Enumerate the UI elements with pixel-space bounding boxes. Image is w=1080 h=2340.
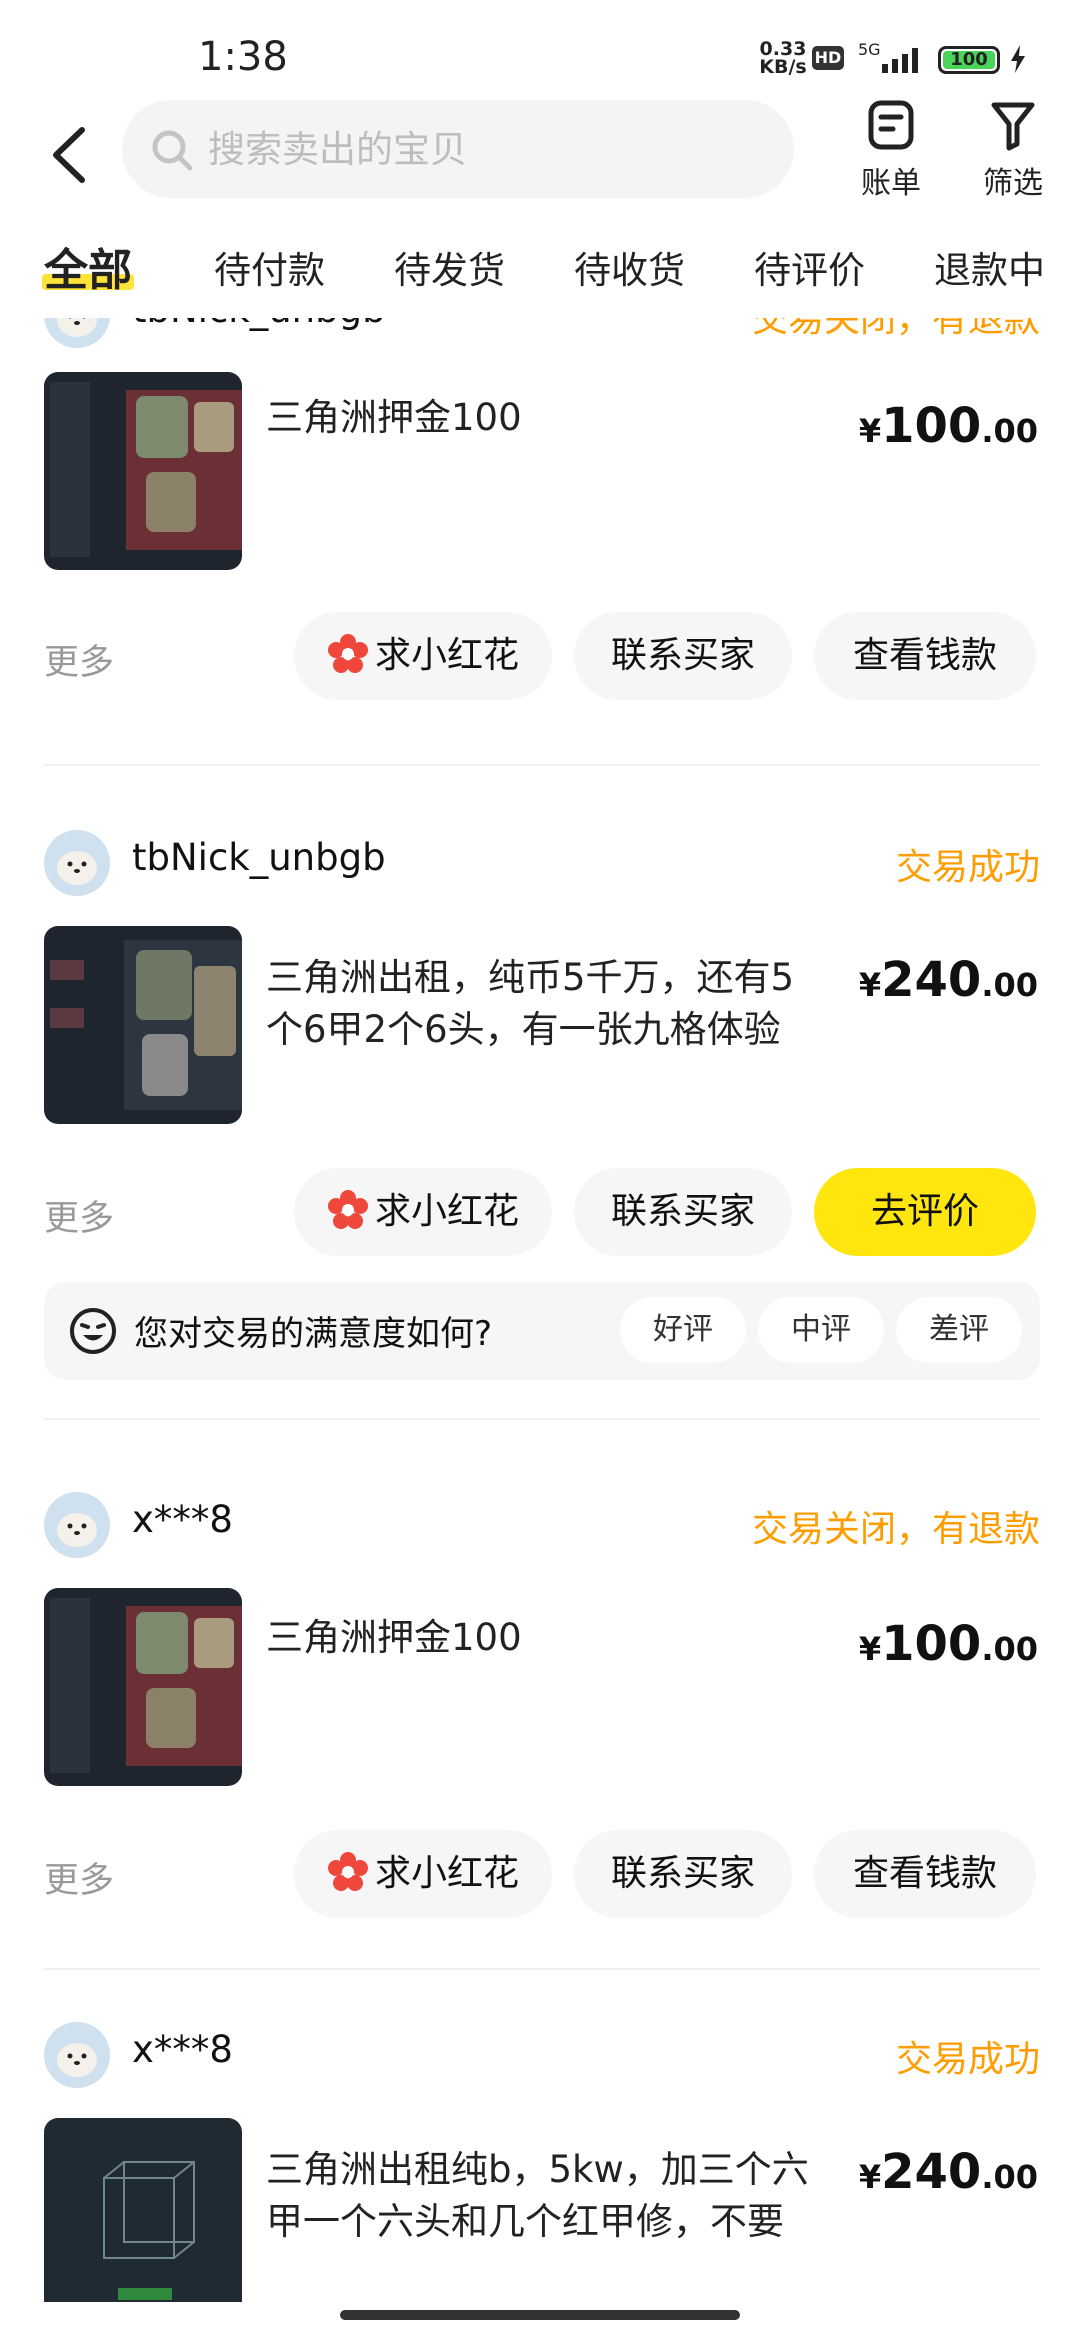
order-status: 交易关闭，有退款 bbox=[751, 1509, 1040, 1550]
price-decimal: .00 bbox=[981, 966, 1038, 1004]
buyer-row[interactable]: x***8 交易关闭，有退款 bbox=[44, 1492, 1040, 1562]
divider bbox=[44, 1418, 1040, 1420]
search-bar[interactable] bbox=[122, 100, 794, 198]
status-time: 1:38 bbox=[198, 34, 288, 80]
rating-neutral-button[interactable]: 中评 bbox=[758, 1297, 884, 1363]
price-currency: ¥ bbox=[858, 412, 882, 450]
price-currency: ¥ bbox=[858, 966, 882, 1004]
avatar bbox=[44, 830, 110, 896]
product-title[interactable]: 三角洲出租，纯币5千万，还有5个6甲2个6头，有一张九格体验 bbox=[266, 952, 826, 1056]
back-arrow-icon bbox=[53, 127, 85, 183]
flower-button[interactable]: 求小红花 bbox=[294, 612, 552, 700]
search-icon bbox=[152, 130, 193, 171]
order-status: 交易成功 bbox=[895, 847, 1040, 888]
buyer-name: tbNick_unbgb bbox=[132, 318, 386, 331]
order-status: 交易成功 bbox=[895, 2039, 1040, 2080]
order-list[interactable]: tbNick_unbgb 交易关闭，有退款 三角洲押金100 ¥100.00 更… bbox=[0, 318, 1080, 2302]
product-thumbnail[interactable] bbox=[44, 926, 242, 1124]
bill-button[interactable]: 账单 bbox=[846, 100, 936, 210]
more-button[interactable]: 更多 bbox=[44, 634, 114, 685]
view-money-button[interactable]: 查看钱款 bbox=[814, 612, 1036, 700]
price-integer: 100 bbox=[881, 398, 982, 454]
search-input[interactable] bbox=[208, 122, 748, 176]
flower-label: 求小红花 bbox=[374, 1191, 519, 1232]
signal-icon bbox=[882, 48, 918, 73]
price-decimal: .00 bbox=[981, 412, 1038, 450]
satisfaction-question: 您对交易的满意度如何? bbox=[134, 1314, 493, 1354]
flower-label: 求小红花 bbox=[374, 1853, 519, 1894]
order-price: ¥240.00 bbox=[859, 2144, 1038, 2200]
product-thumbnail[interactable] bbox=[44, 372, 242, 570]
tab-pending-shipment[interactable]: 待发货 bbox=[394, 240, 505, 294]
flower-icon bbox=[327, 634, 368, 673]
divider bbox=[44, 1968, 1040, 1970]
network-type: 5G bbox=[858, 40, 881, 59]
rating-good-button[interactable]: 好评 bbox=[620, 1297, 746, 1363]
rating-bad-button[interactable]: 差评 bbox=[896, 1297, 1022, 1363]
contact-buyer-button[interactable]: 联系买家 bbox=[574, 612, 792, 700]
flower-label: 求小红花 bbox=[374, 635, 519, 676]
order-tabs: 全部 待付款 待发货 待收货 待评价 退款中 bbox=[0, 230, 1080, 310]
contact-buyer-button[interactable]: 联系买家 bbox=[574, 1168, 792, 1256]
battery-level: 100 bbox=[943, 51, 995, 69]
product-title[interactable]: 三角洲出租纯b，5kw，加三个六甲一个六头和几个红甲修，不要 bbox=[266, 2144, 826, 2248]
price-decimal: .00 bbox=[981, 2158, 1038, 2196]
avatar bbox=[44, 1492, 110, 1558]
filter-icon bbox=[991, 102, 1035, 151]
tab-pending-review[interactable]: 待评价 bbox=[754, 240, 865, 294]
buyer-name: tbNick_unbgb bbox=[132, 836, 386, 879]
more-button[interactable]: 更多 bbox=[44, 1190, 114, 1241]
tab-pending-payment[interactable]: 待付款 bbox=[214, 240, 325, 294]
avatar bbox=[44, 318, 110, 348]
product-thumbnail[interactable] bbox=[44, 1588, 242, 1786]
net-speed: 0.33 KB/s bbox=[758, 40, 808, 78]
review-button[interactable]: 去评价 bbox=[814, 1168, 1036, 1256]
price-currency: ¥ bbox=[858, 1630, 882, 1668]
battery-icon: 100 bbox=[938, 46, 1000, 74]
order-price: ¥240.00 bbox=[859, 952, 1038, 1008]
price-currency: ¥ bbox=[858, 2158, 882, 2196]
home-indicator[interactable] bbox=[340, 2310, 740, 2320]
flower-button[interactable]: 求小红花 bbox=[294, 1168, 552, 1256]
divider bbox=[44, 764, 1040, 766]
flower-icon bbox=[327, 1852, 368, 1891]
top-bar: 账单 筛选 bbox=[0, 100, 1080, 210]
filter-button[interactable]: 筛选 bbox=[968, 100, 1058, 210]
price-integer: 240 bbox=[881, 952, 982, 1008]
buyer-row[interactable]: x***8 交易成功 bbox=[44, 2022, 1040, 2092]
order-status: 交易关闭，有退款 bbox=[751, 318, 1040, 340]
buyer-name: x***8 bbox=[132, 2028, 233, 2071]
filter-label: 筛选 bbox=[983, 166, 1043, 201]
more-button[interactable]: 更多 bbox=[44, 1852, 114, 1903]
satisfaction-prompt: 您对交易的满意度如何? 好评 中评 差评 bbox=[44, 1282, 1040, 1380]
order-price: ¥100.00 bbox=[859, 1616, 1038, 1672]
net-speed-unit: KB/s bbox=[759, 56, 807, 78]
product-title[interactable]: 三角洲押金100 bbox=[266, 392, 826, 444]
price-integer: 240 bbox=[881, 2144, 982, 2200]
buyer-row[interactable]: tbNick_unbgb 交易成功 bbox=[44, 830, 1040, 900]
buyer-row[interactable]: tbNick_unbgb 交易关闭，有退款 bbox=[44, 318, 1040, 352]
view-money-button[interactable]: 查看钱款 bbox=[814, 1830, 1036, 1918]
face-icon bbox=[70, 1308, 116, 1354]
hd-icon: HD bbox=[812, 46, 844, 70]
order-price: ¥100.00 bbox=[859, 398, 1038, 454]
flower-button[interactable]: 求小红花 bbox=[294, 1830, 552, 1918]
product-thumbnail[interactable] bbox=[44, 2118, 242, 2302]
status-bar: 1:38 0.33 KB/s HD 5G 100 bbox=[0, 0, 1080, 110]
price-integer: 100 bbox=[881, 1616, 982, 1672]
charging-icon bbox=[1011, 45, 1025, 73]
buyer-name: x***8 bbox=[132, 1498, 233, 1541]
bill-icon bbox=[868, 100, 914, 150]
tab-refunding[interactable]: 退款中 bbox=[934, 240, 1045, 294]
contact-buyer-button[interactable]: 联系买家 bbox=[574, 1830, 792, 1918]
flower-icon bbox=[327, 1190, 368, 1229]
tab-pending-receipt[interactable]: 待收货 bbox=[574, 240, 685, 294]
price-decimal: .00 bbox=[981, 1630, 1038, 1668]
avatar bbox=[44, 2022, 110, 2088]
back-button[interactable] bbox=[46, 120, 96, 190]
tab-all[interactable]: 全部 bbox=[44, 234, 132, 298]
bill-label: 账单 bbox=[861, 166, 921, 201]
product-title[interactable]: 三角洲押金100 bbox=[266, 1612, 826, 1664]
